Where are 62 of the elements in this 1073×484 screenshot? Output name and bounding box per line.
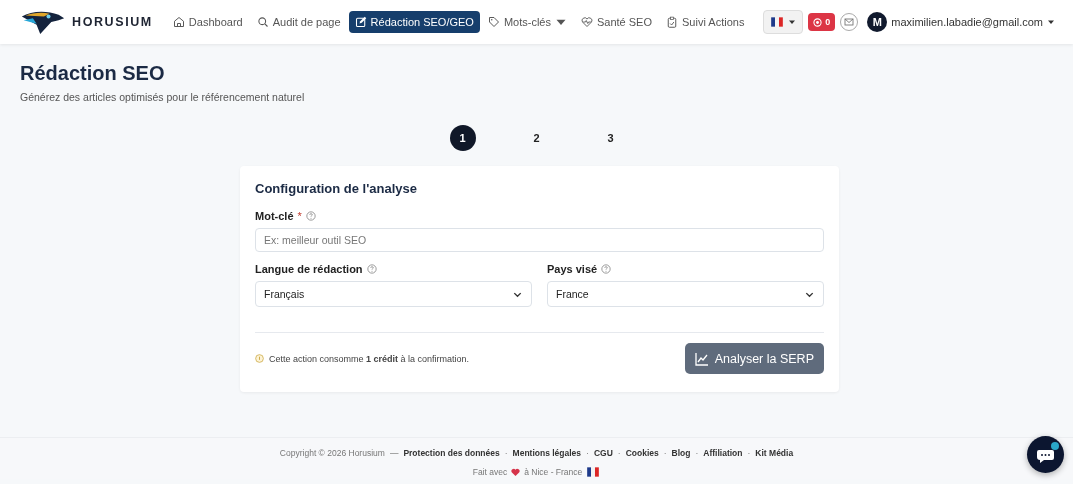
envelope-icon xyxy=(844,17,855,27)
language-select[interactable]: Français xyxy=(255,281,532,307)
separator-dot: · xyxy=(504,448,508,458)
heart-pulse-icon xyxy=(580,16,593,28)
heart-icon xyxy=(511,467,521,477)
credit-note: Cette action consomme 1 crédit à la confirmation. xyxy=(269,353,470,364)
copyright-text: Copyright © 2026 Horusium xyxy=(279,448,385,458)
info-icon xyxy=(255,354,264,363)
footer-link[interactable]: Mentions légales xyxy=(512,448,582,458)
country-select[interactable]: France xyxy=(547,281,824,307)
required-mark: * xyxy=(297,210,302,222)
help-icon xyxy=(366,264,377,274)
footer-link[interactable]: Protection des données xyxy=(403,448,500,458)
nav-item[interactable]: Mots-clés xyxy=(481,11,573,33)
user-menu[interactable]: M maximilien.labadie@gmail.com xyxy=(867,12,1055,32)
caret-icon xyxy=(788,18,797,26)
analyze-button[interactable]: Analyser la SERP xyxy=(684,343,824,374)
separator-dot: · xyxy=(663,448,667,458)
line-chart-icon xyxy=(694,351,709,366)
footer-link[interactable]: CGU xyxy=(593,448,613,458)
nav-item[interactable]: Dashboard xyxy=(166,11,249,33)
tag-icon xyxy=(487,16,500,28)
search-icon xyxy=(256,16,269,28)
page-title: Rédaction SEO xyxy=(20,62,166,85)
credits-count: 0 xyxy=(825,17,831,27)
step-indicator[interactable]: 2 xyxy=(523,125,550,151)
field-label: Langue de rédaction xyxy=(255,263,363,275)
help-icon xyxy=(305,211,316,221)
footer-link[interactable]: Cookies xyxy=(625,448,659,458)
avatar: M xyxy=(867,12,888,32)
step-indicator[interactable]: 3 xyxy=(597,125,624,151)
nav-item[interactable]: Rédaction SEO/GEO xyxy=(348,11,480,33)
field-label: Mot-clé xyxy=(255,210,294,222)
eagle-logo-icon xyxy=(20,9,66,35)
footer-link[interactable]: Blog xyxy=(671,448,691,458)
nav-item[interactable]: Santé SEO xyxy=(574,11,658,33)
field-label: Pays visé xyxy=(547,263,598,275)
language-dropdown[interactable] xyxy=(763,10,804,34)
separator-dash: — xyxy=(389,448,399,458)
card-title: Configuration de l'analyse xyxy=(255,181,418,196)
flag-icon xyxy=(770,15,785,29)
home-icon xyxy=(172,16,185,28)
separator-dot: · xyxy=(695,448,699,458)
caret-icon xyxy=(1047,18,1055,26)
footer-link[interactable]: Kit Média xyxy=(755,448,794,458)
made-with-text: Fait avec xyxy=(472,467,508,477)
nav-item[interactable]: Suivi Actions xyxy=(660,11,751,33)
nav-item[interactable]: Audit de page xyxy=(250,11,347,33)
separator-dot: · xyxy=(747,448,751,458)
keyword-field[interactable]: Ex: meilleur outil SEO xyxy=(255,228,824,252)
credits-badge[interactable]: 0 xyxy=(808,13,836,31)
page-subtitle: Générez des articles optimisés pour le référencement naturel xyxy=(20,91,306,103)
separator-dot: · xyxy=(617,448,621,458)
footer-link[interactable]: Affiliation xyxy=(703,448,743,458)
separator-dot: · xyxy=(586,448,589,458)
help-icon xyxy=(601,264,612,274)
clipboard-check-icon xyxy=(666,16,678,28)
step-indicator[interactable]: 1 xyxy=(449,125,476,151)
made-in-text: à Nice - France xyxy=(524,467,583,477)
edit-icon xyxy=(354,16,367,28)
coin-icon xyxy=(813,17,823,27)
brand-name: HORUSIUM xyxy=(72,15,153,29)
